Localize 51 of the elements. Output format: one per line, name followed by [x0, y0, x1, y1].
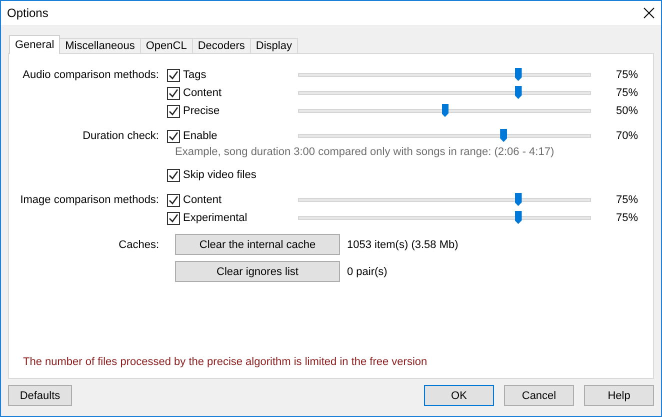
- slider-thumb[interactable]: [514, 193, 522, 206]
- checkbox-label: Experimental: [183, 212, 248, 224]
- clear-button[interactable]: Clear the internal cache: [175, 234, 340, 255]
- section-label: Audio comparison methods:: [22, 69, 159, 81]
- close-icon[interactable]: [643, 7, 655, 19]
- checkbox[interactable]: [167, 168, 180, 182]
- slider-value: 70%: [616, 130, 638, 142]
- slider-thumb[interactable]: [514, 68, 522, 81]
- slider-track[interactable]: [298, 68, 591, 82]
- caches-label: Caches:: [118, 238, 159, 250]
- checkbox-label: Content: [183, 87, 222, 99]
- section-label: Image comparison methods:: [20, 194, 159, 206]
- checkbox-label: Precise: [183, 105, 220, 117]
- slider-value: 50%: [616, 105, 638, 117]
- slider-value: 75%: [616, 194, 638, 206]
- tab[interactable]: Display: [250, 38, 298, 53]
- dialog-button[interactable]: Defaults: [8, 385, 72, 406]
- notice-text: The number of files processed by the precise algorithm is limited in the free version: [23, 356, 428, 368]
- checkbox-label: Enable: [183, 130, 218, 142]
- checkbox[interactable]: [167, 212, 180, 224]
- section-label: Duration check:: [82, 130, 159, 142]
- slider-value: 75%: [616, 69, 638, 81]
- window-title: Options: [7, 6, 48, 20]
- dialog-button[interactable]: Help: [584, 385, 654, 406]
- slider-track[interactable]: [298, 193, 591, 207]
- dialog-button[interactable]: OK: [424, 385, 494, 406]
- checkbox-label: Tags: [183, 69, 206, 81]
- slider-thumb[interactable]: [442, 104, 448, 117]
- cache-info: 0 pair(s): [347, 266, 388, 278]
- checkbox-label: Content: [183, 194, 222, 206]
- tab[interactable]: General: [9, 35, 60, 54]
- dialog-button[interactable]: Cancel: [504, 385, 574, 406]
- checkbox[interactable]: [167, 86, 180, 100]
- slider-track[interactable]: [298, 86, 591, 100]
- slider-track[interactable]: [298, 104, 591, 118]
- checkbox[interactable]: [167, 130, 180, 142]
- checkbox[interactable]: [167, 68, 180, 82]
- cache-info: 1053 item(s) (3.58 Mb): [347, 238, 458, 250]
- checkbox[interactable]: [167, 104, 180, 118]
- slider-thumb[interactable]: [500, 129, 508, 142]
- slider-thumb[interactable]: [514, 211, 522, 224]
- hint-text: Example, song duration 3:00 compared only with songs in range: (2:06 - 4:17): [175, 146, 554, 158]
- tab[interactable]: OpenCL: [140, 38, 193, 53]
- slider-track[interactable]: [298, 129, 591, 143]
- clear-button[interactable]: Clear ignores list: [175, 261, 340, 282]
- slider-track[interactable]: [298, 211, 591, 225]
- checkbox[interactable]: [167, 194, 180, 206]
- slider-thumb[interactable]: [514, 86, 522, 99]
- slider-value: 75%: [616, 87, 638, 99]
- checkbox-label: Skip video files: [183, 169, 256, 181]
- slider-value: 75%: [616, 212, 638, 224]
